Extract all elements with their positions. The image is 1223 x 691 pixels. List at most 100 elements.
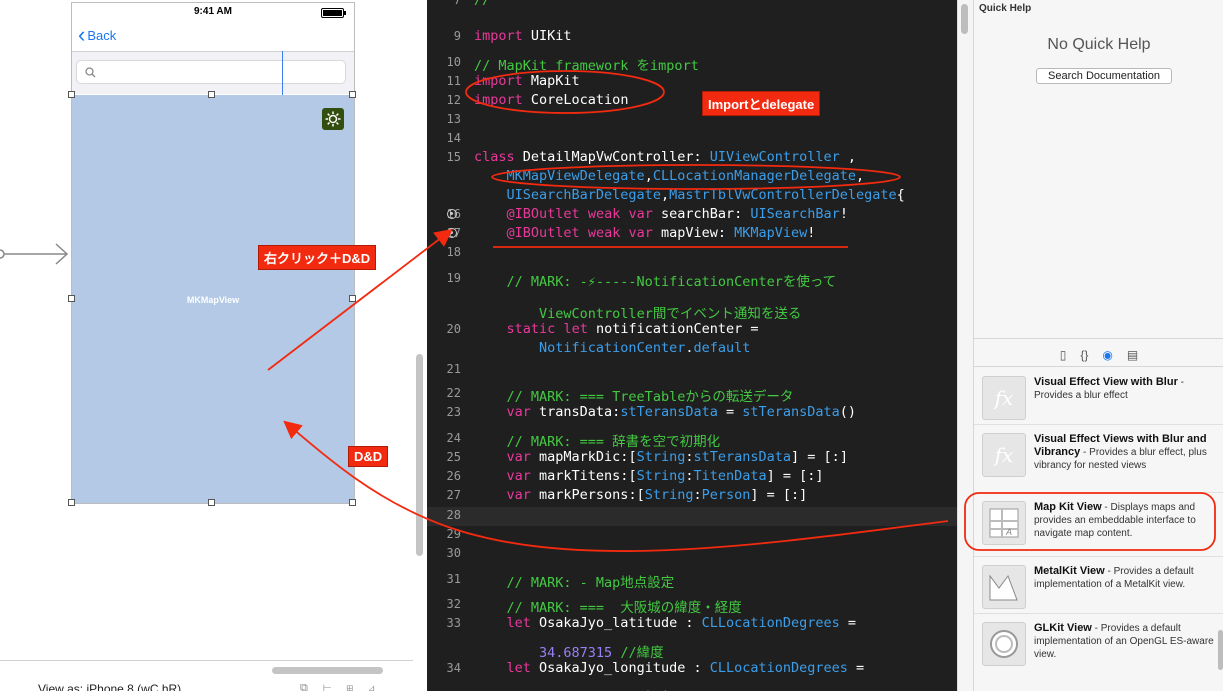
file-template-icon[interactable]: ▯: [1060, 348, 1067, 362]
line-number: 10: [446, 55, 461, 69]
back-button[interactable]: ‹ Back: [78, 24, 117, 46]
library-item[interactable]: MetalKit View - Provides a default imple…: [974, 561, 1223, 616]
code-line[interactable]: var markPersons:[String:Person] = [:]: [474, 487, 808, 503]
metal-icon: [982, 565, 1026, 609]
library-tabs[interactable]: ▯ {} ◉ ▤: [974, 344, 1223, 366]
library-item[interactable]: A Map Kit View - Displays maps and provid…: [974, 497, 1223, 552]
object-library-icon[interactable]: ◉: [1102, 348, 1112, 362]
map-view[interactable]: MKMapView: [72, 95, 354, 503]
library-item[interactable]: fx Visual Effect View with Blur - Provide…: [974, 372, 1223, 427]
panel-divider: [974, 338, 1223, 339]
outlet-connection-icon[interactable]: [447, 209, 457, 219]
library-item[interactable]: fx Visual Effect Views with Blur and Vibr…: [974, 429, 1223, 484]
code-line[interactable]: // MARK: === 大阪城の緯度・経度: [474, 596, 742, 616]
code-line[interactable]: // MARK: === TreeTableからの転送データ: [474, 385, 794, 405]
current-line-highlight: [427, 507, 957, 526]
line-number: 19: [446, 271, 461, 285]
library-scrollbar[interactable]: [1218, 630, 1223, 670]
resize-handle[interactable]: [208, 91, 215, 98]
line-number: 25: [446, 450, 461, 464]
canvas-bottom-divider: [0, 660, 413, 661]
line-number: 26: [446, 469, 461, 483]
code-line[interactable]: import MapKit: [474, 73, 580, 89]
canvas-vertical-scrollbar[interactable]: [416, 354, 423, 556]
resize-handle[interactable]: [349, 499, 356, 506]
layout-tools[interactable]: ⧉ ⊢ ⊞ ⊿: [300, 682, 381, 691]
resize-handle[interactable]: [68, 499, 75, 506]
library-item-text: MetalKit View - Provides a default imple…: [1034, 565, 1194, 590]
line-number: 13: [446, 112, 461, 126]
view-as-device[interactable]: View as: iPhone 8 (wC hR): [38, 682, 181, 691]
settings-gear-icon[interactable]: [322, 108, 344, 130]
library-divider: [974, 613, 1223, 614]
code-line[interactable]: NotificationCenter.default: [474, 340, 750, 356]
code-editor[interactable]: 7 // 9 import UIKit 10 // MapKit framework をi…: [427, 0, 957, 691]
code-line[interactable]: var transData:stTeransData = stTeransDat…: [474, 404, 857, 420]
code-line[interactable]: // MARK: - Map地点設定: [474, 571, 675, 591]
search-field[interactable]: [76, 60, 346, 84]
code-line[interactable]: import UIKit: [474, 28, 572, 44]
code-line[interactable]: UISearchBarDelegate,MastrTblVwController…: [474, 187, 905, 203]
storyboard-canvas[interactable]: 9:41 AM ‹ Back MKMapView View as: iPhone…: [0, 0, 427, 691]
line-number: 29: [446, 527, 461, 541]
code-line[interactable]: import CoreLocation: [474, 92, 628, 108]
library-item-text: Visual Effect Views with Blur and Vibran…: [1034, 433, 1207, 471]
line-number: 7: [453, 0, 461, 7]
line-number: 28: [446, 508, 461, 522]
code-line[interactable]: let OsakaJyo_longitude : CLLocationDegre…: [474, 660, 865, 676]
code-line[interactable]: // MapKit framework をimport: [474, 54, 699, 74]
code-line[interactable]: let OsakaJyo_latitude : CLLocationDegree…: [474, 615, 857, 631]
library-item[interactable]: GLKit View - Provides a default implemen…: [974, 618, 1223, 673]
line-number: 27: [446, 488, 461, 502]
code-line[interactable]: //: [474, 0, 490, 8]
quick-help-empty: No Quick Help: [1047, 36, 1151, 53]
quick-help-title: Quick Help: [979, 3, 1032, 14]
code-line[interactable]: MKMapViewDelegate,CLLocationManagerDeleg…: [474, 168, 865, 184]
svg-text:A: A: [1005, 527, 1012, 537]
code-line[interactable]: var mapMarkDic:[String:stTeransData] = […: [474, 449, 848, 465]
library-divider: [974, 492, 1223, 493]
editor-vertical-scrollbar[interactable]: [961, 4, 968, 34]
map-icon: A: [982, 501, 1026, 545]
code-line[interactable]: @IBOutlet weak var searchBar: UISearchBa…: [474, 206, 848, 222]
line-number: 33: [446, 616, 461, 630]
code-line[interactable]: ViewController間でイベント通知を送る: [474, 302, 801, 322]
code-line[interactable]: 135.526201 //経度: [474, 686, 672, 691]
line-number: 15: [446, 150, 461, 164]
code-line[interactable]: var markTitens:[String:TitenData] = [:]: [474, 468, 824, 484]
back-label: Back: [87, 27, 117, 43]
media-library-icon[interactable]: ▤: [1127, 348, 1138, 362]
line-number: 24: [446, 431, 461, 445]
resize-handle[interactable]: [208, 499, 215, 506]
line-number: 31: [446, 572, 461, 586]
library-item-text: Visual Effect View with Blur - Provides …: [1034, 376, 1184, 401]
outlet-connection-icon[interactable]: [447, 228, 457, 238]
library-item-title: Visual Effect Views with Blur and Vibran…: [1034, 433, 1207, 458]
line-number: 23: [446, 405, 461, 419]
code-line[interactable]: @IBOutlet weak var mapView: MKMapView!: [474, 225, 816, 241]
fx-icon: fx: [982, 376, 1026, 420]
line-number: 14: [446, 131, 461, 145]
canvas-horizontal-scrollbar[interactable]: [272, 667, 383, 674]
line-number: 34: [446, 661, 461, 675]
line-number: 12: [446, 93, 461, 107]
resize-handle[interactable]: [349, 295, 356, 302]
fx-icon: fx: [982, 433, 1026, 477]
code-line[interactable]: // MARK: === 辞書を空で初期化: [474, 430, 721, 450]
code-line[interactable]: static let notificationCenter =: [474, 321, 759, 337]
code-snippet-icon[interactable]: {}: [1080, 348, 1088, 362]
search-icon: [85, 67, 96, 78]
library-item-text: GLKit View - Provides a default implemen…: [1034, 622, 1214, 660]
resize-handle[interactable]: [349, 91, 356, 98]
code-line[interactable]: // MARK: -⚡-----NotificationCenterを使って: [474, 270, 837, 290]
code-line[interactable]: class DetailMapVwController: UIViewContr…: [474, 149, 856, 165]
annotation-right-click-dnd: 右クリック＋D&D: [258, 245, 377, 270]
entry-arrow-icon: [0, 243, 69, 265]
library-divider: [974, 556, 1223, 557]
library-item-title: Map Kit View: [1034, 501, 1102, 513]
search-documentation-button[interactable]: Search Documentation: [1036, 68, 1172, 84]
resize-handle[interactable]: [68, 91, 75, 98]
map-view-label: MKMapView: [186, 295, 240, 305]
resize-handle[interactable]: [68, 295, 75, 302]
code-line[interactable]: 34.687315 //緯度: [474, 641, 664, 661]
